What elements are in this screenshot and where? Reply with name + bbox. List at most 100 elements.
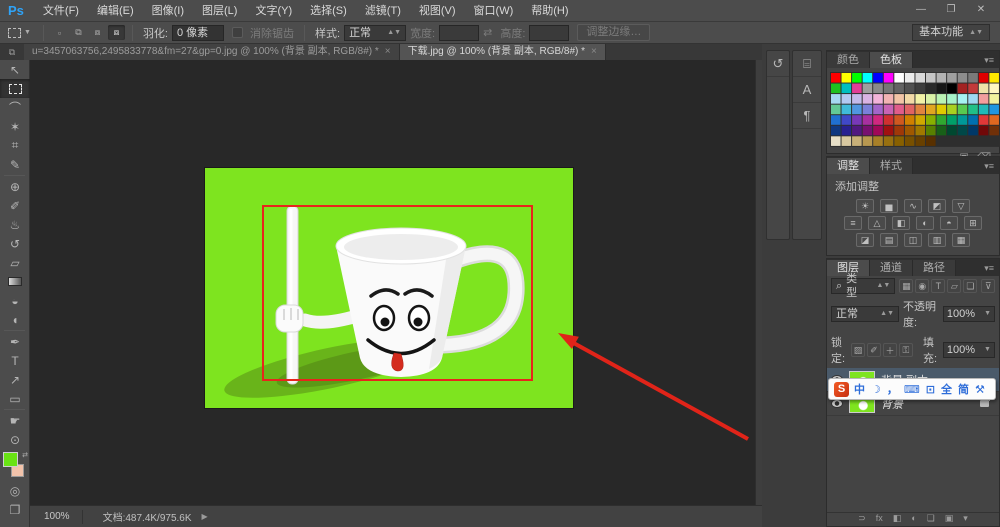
color-swatch[interactable] [937,115,947,125]
color-swatch[interactable] [968,73,978,83]
channel-mixer-icon[interactable]: ◓ [940,216,958,230]
hand-tool[interactable]: ☛ [0,411,30,430]
filter-pin-icon[interactable]: ⊽ [981,279,995,293]
ime-moon-icon[interactable]: ☽ [871,383,881,396]
color-swatch[interactable] [852,126,862,136]
color-swatch[interactable] [884,136,894,146]
tab-close-icon[interactable]: × [385,44,391,60]
color-swatch[interactable] [831,115,841,125]
color-balance-icon[interactable]: △ [868,216,886,230]
menu-item-S[interactable]: 选择(S) [301,0,356,22]
color-swatch[interactable] [979,84,989,94]
panel-menu-icon[interactable]: ▾≡ [979,52,999,68]
brush-tool[interactable]: ✐ [0,196,30,215]
path-selection-tool[interactable]: ↗ [0,370,30,389]
history-brush-tool[interactable]: ↺ [0,234,30,253]
invert-icon[interactable]: ◪ [856,233,874,247]
menu-item-Y[interactable]: 文字(Y) [246,0,301,22]
menu-item-I[interactable]: 图像(I) [143,0,193,22]
color-swatch[interactable] [989,94,999,104]
color-swatch[interactable] [863,115,873,125]
color-swatch[interactable] [989,84,999,94]
threshold-icon[interactable]: ◫ [904,233,922,247]
color-swatch[interactable] [947,115,957,125]
color-swatch[interactable] [905,84,915,94]
color-swatch[interactable] [831,136,841,146]
color-swatch[interactable] [842,136,852,146]
ime-toolbox-icon[interactable]: ⊡ [926,383,935,396]
menu-item-E[interactable]: 编辑(E) [88,0,143,22]
color-swatch[interactable] [852,136,862,146]
color-swatch[interactable] [958,84,968,94]
panel-menu-icon[interactable]: ▾≡ [979,260,999,276]
color-swatch[interactable] [884,73,894,83]
gradient-map-icon[interactable]: ▦ [952,233,970,247]
visibility-eye-icon[interactable] [831,399,843,408]
tab-paths[interactable]: 路径 [913,260,956,276]
new-group-icon[interactable]: ❏ [927,513,935,526]
exposure-icon[interactable]: ◩ [928,199,946,213]
color-swatch[interactable] [968,105,978,115]
style-dropdown[interactable]: 正常▲▼ [344,25,406,41]
color-swatch[interactable] [863,94,873,104]
color-swatch[interactable] [863,126,873,136]
zoom-level[interactable]: 100% [38,509,76,524]
properties-panel-icon[interactable]: ⌸ [793,51,821,77]
new-adjustment-icon[interactable]: ◐ [911,513,916,526]
color-swatch[interactable] [947,94,957,104]
color-swatch[interactable] [852,73,862,83]
color-swatch[interactable] [926,73,936,83]
color-swatch[interactable] [884,115,894,125]
color-swatch[interactable] [894,105,904,115]
paragraph-panel-icon[interactable]: ¶ [793,103,821,129]
character-panel-icon[interactable]: A [793,77,821,103]
minimize-button[interactable]: — [908,3,934,18]
intersect-selection-icon[interactable]: ⧈ [108,25,125,40]
color-swatch[interactable] [947,126,957,136]
eyedropper-tool[interactable]: ✎ [0,155,30,174]
color-swatch[interactable] [873,94,883,104]
color-swatch[interactable] [884,126,894,136]
crop-tool[interactable]: ⌗ [0,136,30,155]
color-swatch[interactable] [937,105,947,115]
ime-wrench-icon[interactable]: ⚒ [975,383,985,396]
color-swatch[interactable] [873,136,883,146]
color-swatch[interactable] [852,84,862,94]
color-swatch[interactable] [894,126,904,136]
tab-channels[interactable]: 通道 [870,260,913,276]
restore-button[interactable]: ❐ [938,3,964,18]
ime-mode-chinese[interactable]: 中 [854,381,865,397]
dodge-tool[interactable]: ◖ [0,310,30,329]
color-swatch[interactable] [894,73,904,83]
canvas-area[interactable] [30,60,762,505]
color-swatch[interactable] [926,84,936,94]
tab-adjustments[interactable]: 调整 [827,158,870,174]
delete-layer-icon[interactable]: ▾ [963,513,968,526]
color-swatch[interactable] [842,105,852,115]
vertical-scrollbar[interactable] [755,60,762,505]
color-swatch[interactable] [958,126,968,136]
add-selection-icon[interactable]: ⧉ [70,25,87,40]
menu-item-W[interactable]: 窗口(W) [465,0,523,22]
color-swatch[interactable] [915,94,925,104]
color-swatch[interactable] [968,126,978,136]
refine-edge-button[interactable]: 调整边缘… [577,24,650,41]
color-swatch[interactable] [863,105,873,115]
color-swatch[interactable] [831,84,841,94]
filter-pixel-icon[interactable]: ▦ [899,279,913,293]
color-swatch[interactable] [905,105,915,115]
ime-fullwidth-icon[interactable]: 全 [941,381,952,397]
filter-adjustment-icon[interactable]: ◉ [915,279,929,293]
swap-colors-icon[interactable]: ⇄ [22,451,28,459]
brightness-contrast-icon[interactable]: ☀ [856,199,874,213]
zoom-tool[interactable]: ⊙ [0,430,30,449]
type-tool[interactable]: T [0,351,30,370]
color-swatch[interactable] [873,115,883,125]
menu-item-V[interactable]: 视图(V) [410,0,465,22]
menu-item-L[interactable]: 图层(L) [193,0,246,22]
ime-punctuation-icon[interactable]: ， [887,381,898,397]
color-swatch[interactable] [863,84,873,94]
height-input[interactable] [529,25,569,41]
menu-item-T[interactable]: 滤镜(T) [356,0,410,22]
color-swatch[interactable] [958,73,968,83]
